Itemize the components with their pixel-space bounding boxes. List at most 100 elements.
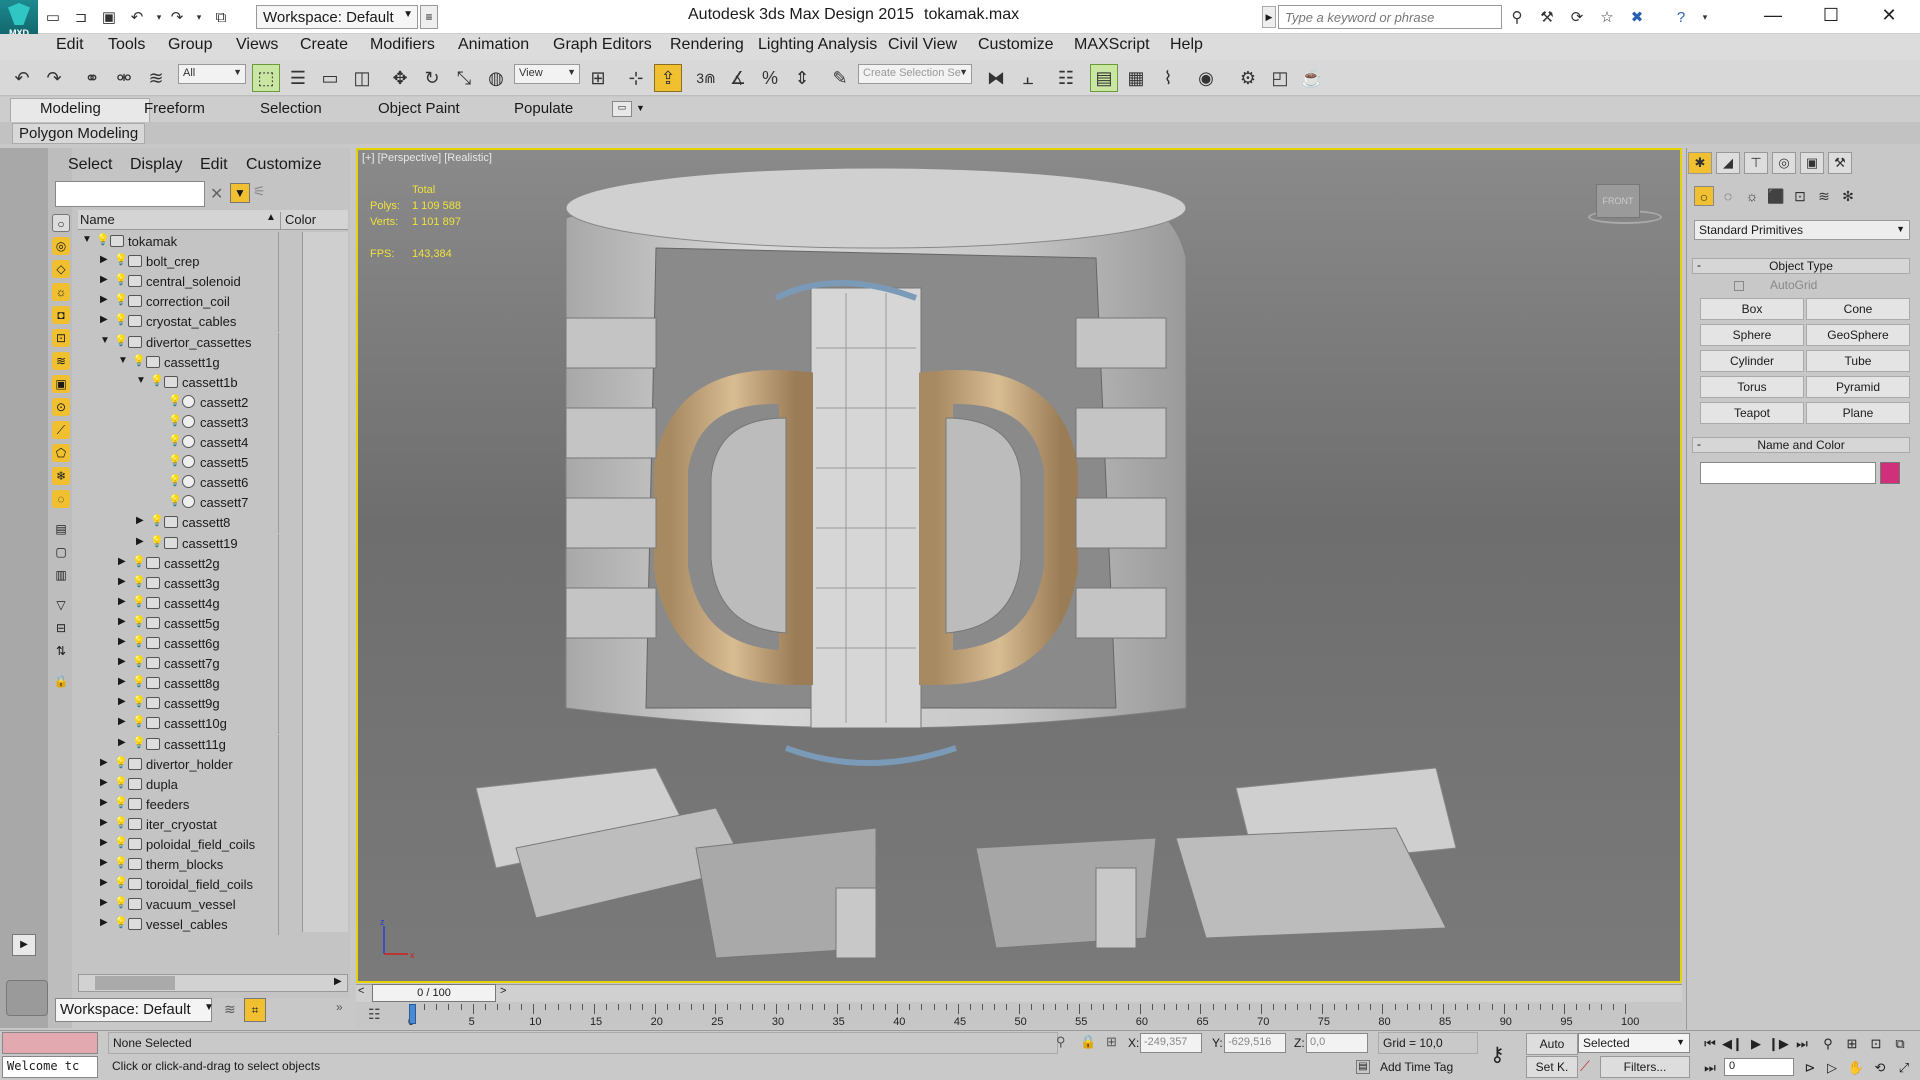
visibility-bulb-icon[interactable]: 💡 — [168, 414, 182, 430]
help-icon[interactable]: ? — [1670, 6, 1692, 28]
viewport-layout-tab[interactable] — [6, 980, 48, 1016]
display-hidden-icon[interactable]: ◌ — [52, 490, 70, 508]
column-color-header[interactable]: Color — [280, 212, 316, 230]
scrollbar-thumb[interactable] — [95, 976, 175, 990]
display-lights-icon[interactable]: ☼ — [52, 283, 70, 301]
maxscript-mini-listener-output[interactable] — [2, 1032, 98, 1054]
project-folder-icon[interactable]: ⧉ — [210, 6, 232, 28]
maximize-viewport-icon[interactable]: ⤢ — [1894, 1058, 1914, 1078]
tab-modeling[interactable]: Modeling — [40, 100, 101, 117]
geosphere-button[interactable]: GeoSphere — [1806, 324, 1910, 346]
reference-coordinate-dropdown[interactable]: View ▼ — [514, 64, 580, 84]
select-and-rotate-icon[interactable]: ↻ — [418, 64, 446, 92]
edit-named-selection-icon[interactable]: ✎ — [826, 64, 854, 92]
previous-frame-icon[interactable]: < — [358, 985, 364, 997]
expand-arrow-icon[interactable]: ▶ — [100, 837, 112, 848]
cone-button[interactable]: Cone — [1806, 298, 1910, 320]
expand-arrow-icon[interactable]: ▶ — [118, 676, 130, 687]
expand-arrow-icon[interactable]: ▶ — [100, 294, 112, 305]
modify-tab-icon[interactable]: ◢ — [1716, 152, 1740, 174]
polygon-modeling-panel[interactable]: Polygon Modeling — [12, 123, 146, 144]
explorer-search-input[interactable] — [55, 181, 205, 207]
rectangular-selection-icon[interactable]: ▭ — [316, 64, 344, 92]
visibility-bulb-icon[interactable]: 💡 — [96, 233, 110, 249]
expand-arrow-icon[interactable]: ▶ — [118, 636, 130, 647]
expand-arrow-icon[interactable]: ▶ — [136, 536, 148, 547]
key-mode-icon[interactable]: ⏭ — [1700, 1058, 1720, 1078]
save-icon[interactable]: ▣ — [98, 6, 120, 28]
time-slider-thumb[interactable]: 0 / 100 — [372, 984, 496, 1002]
percent-snap-icon[interactable]: % — [756, 64, 784, 92]
display-tab-icon[interactable]: ▣ — [1800, 152, 1824, 174]
select-object-icon[interactable]: ⬚ — [252, 64, 280, 92]
filter-icon[interactable]: ▽ — [52, 596, 70, 614]
explorer-workspace-dropdown[interactable]: Workspace: Default — [55, 998, 212, 1022]
communication-center-icon[interactable]: ⟳ — [1566, 6, 1588, 28]
visibility-bulb-icon[interactable]: 💡 — [150, 535, 164, 551]
object-name-input[interactable] — [1700, 462, 1876, 484]
layer-icon[interactable]: ≋ — [224, 1001, 236, 1018]
maximize-icon[interactable]: ☐ — [1802, 0, 1860, 30]
layer-explorer-icon[interactable]: ▤ — [1090, 64, 1118, 92]
menu-customize[interactable]: Customize — [978, 36, 1054, 54]
expand-arrow-icon[interactable]: ▶ — [100, 877, 112, 888]
box-button[interactable]: Box — [1700, 298, 1804, 320]
visibility-bulb-icon[interactable]: 💡 — [150, 514, 164, 530]
visibility-bulb-icon[interactable]: 💡 — [114, 856, 128, 872]
play-animation-icon[interactable]: ▶ — [1746, 1034, 1766, 1054]
sort-asc-icon[interactable]: ▲ — [266, 212, 276, 223]
sphere-button[interactable]: Sphere — [1700, 324, 1804, 346]
visibility-bulb-icon[interactable]: 💡 — [168, 494, 182, 510]
pyramid-button[interactable]: Pyramid — [1806, 376, 1910, 398]
menu-create[interactable]: Create — [300, 36, 348, 54]
expand-arrow-icon[interactable]: ▶ — [100, 777, 112, 788]
display-none-icon[interactable]: ○ — [52, 214, 70, 232]
redo-dropdown-icon[interactable]: ▾ — [188, 6, 210, 28]
visibility-bulb-icon[interactable]: 💡 — [132, 715, 146, 731]
rendered-frame-window-icon[interactable]: ◰ — [1266, 64, 1294, 92]
expand-arrow-icon[interactable]: ▶ — [118, 656, 130, 667]
exchange-x-icon[interactable]: ✖ — [1626, 6, 1648, 28]
collapse-arrow-icon[interactable]: ▼ — [136, 375, 148, 386]
keyboard-shortcut-override-icon[interactable]: ⇪ — [654, 64, 682, 92]
hamburger-menu-icon[interactable]: ≡ — [420, 5, 438, 29]
mirror-icon[interactable]: ⧓ — [982, 64, 1010, 92]
field-of-view-icon[interactable]: ▷ — [1822, 1058, 1842, 1078]
primitive-category-dropdown[interactable]: Standard Primitives ▼ — [1694, 220, 1910, 240]
column-name-header[interactable]: Name — [80, 212, 115, 227]
display-bones-icon[interactable]: ⟋ — [52, 421, 70, 439]
zoom-icon[interactable]: ⚲ — [1818, 1034, 1838, 1054]
lock-icon[interactable]: 🔒 — [52, 672, 70, 690]
ribbon-toggle-icon[interactable]: ▦ — [1122, 64, 1150, 92]
go-to-start-icon[interactable]: ⏮ — [1700, 1034, 1720, 1054]
search-expand-icon[interactable]: ▶ — [1262, 6, 1276, 28]
filter-icon[interactable]: ▼ — [230, 183, 250, 203]
play-icon[interactable]: ▶ — [12, 934, 36, 956]
expand-arrow-icon[interactable]: ▶ — [118, 596, 130, 607]
binoculars-icon[interactable]: ⚲ — [1506, 6, 1528, 28]
display-helpers-icon[interactable]: ⊡ — [52, 329, 70, 347]
helpers-category-icon[interactable]: ⊡ — [1790, 186, 1810, 206]
x-coordinate-field[interactable]: -249,357 — [1140, 1033, 1202, 1053]
render-production-icon[interactable]: ☕ — [1298, 64, 1326, 92]
visibility-bulb-icon[interactable]: 💡 — [114, 896, 128, 912]
help-dropdown-icon[interactable]: ▾ — [1694, 6, 1716, 28]
visibility-bulb-icon[interactable]: 💡 — [168, 434, 182, 450]
expand-arrow-icon[interactable]: ▶ — [136, 515, 148, 526]
orbit-icon[interactable]: ⟲ — [1870, 1058, 1890, 1078]
menu-graph-editors[interactable]: Graph Editors — [553, 36, 652, 54]
render-setup-icon[interactable]: ⚙ — [1234, 64, 1262, 92]
visibility-bulb-icon[interactable]: 💡 — [132, 595, 146, 611]
visibility-bulb-icon[interactable]: 💡 — [114, 816, 128, 832]
display-all-icon[interactable]: ▤ — [52, 520, 70, 538]
tab-freeform[interactable]: Freeform — [144, 100, 205, 117]
visibility-bulb-icon[interactable]: 💡 — [132, 354, 146, 370]
viewcube[interactable]: FRONT — [1596, 184, 1640, 218]
select-and-link-icon[interactable]: ⚭ — [78, 64, 106, 92]
cameras-category-icon[interactable]: ⬛ — [1766, 186, 1786, 206]
spinner-snap-icon[interactable]: ⇕ — [788, 64, 816, 92]
undo-icon[interactable]: ↶ — [126, 6, 148, 28]
visibility-bulb-icon[interactable]: 💡 — [114, 334, 128, 350]
utilities-tab-icon[interactable]: ⚒ — [1828, 152, 1852, 174]
new-file-icon[interactable]: ▭ — [42, 6, 64, 28]
